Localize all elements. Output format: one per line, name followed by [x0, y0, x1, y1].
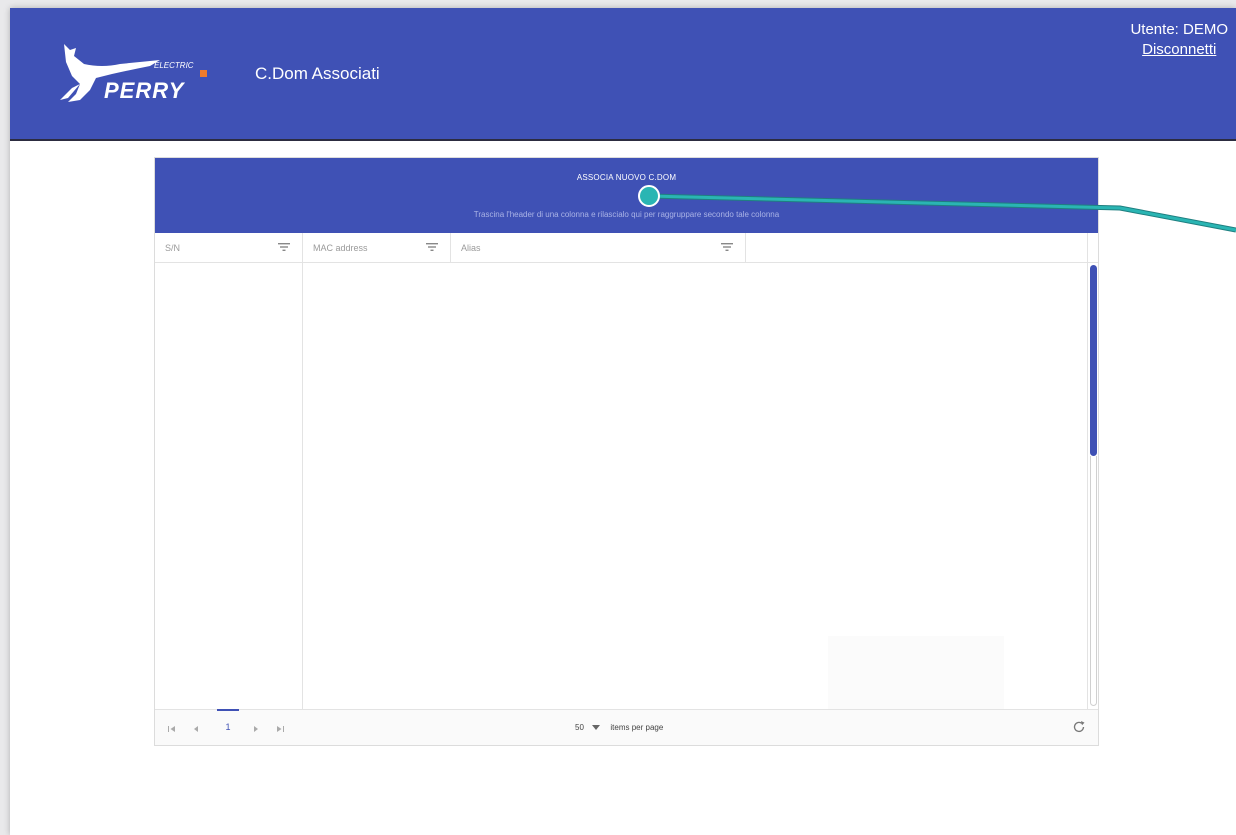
scrollbar-thumb[interactable]: [1090, 265, 1097, 456]
top-bar: ELECTRIC PERRY C.Dom Associati Utente: D…: [10, 8, 1236, 141]
items-per-page-label: items per page: [610, 723, 664, 732]
filter-icon[interactable]: [278, 242, 290, 252]
page-size-selector[interactable]: 50 items per page: [575, 723, 663, 732]
grid-header-row: S/N MAC address Alias: [155, 233, 1098, 263]
annotation-dot: [638, 185, 660, 207]
empty-placeholder: [828, 636, 1004, 711]
chevron-down-icon[interactable]: [592, 725, 601, 731]
user-label: Utente: DEMO: [1130, 21, 1228, 38]
prev-page-icon[interactable]: [191, 724, 201, 734]
column-label: MAC address: [313, 243, 368, 253]
group-drop-area[interactable]: Trascina l'header di una colonna e rilas…: [155, 210, 1098, 219]
grid-toolbar: ASSOCIA NUOVO C.DOM Trascina l'header di…: [155, 158, 1098, 233]
perry-logo: ELECTRIC PERRY: [60, 44, 207, 103]
column-header-sn[interactable]: S/N: [155, 233, 303, 263]
page-title: C.Dom Associati: [255, 64, 380, 83]
first-page-icon[interactable]: [167, 724, 177, 734]
column-label: Alias: [461, 243, 481, 253]
refresh-icon[interactable]: [1072, 720, 1086, 734]
filter-icon[interactable]: [721, 242, 733, 252]
add-cdom-button[interactable]: ASSOCIA NUOVO C.DOM: [155, 173, 1098, 182]
column-header-actions: [746, 233, 1088, 263]
column-divider: [302, 263, 303, 711]
next-page-icon[interactable]: [251, 724, 261, 734]
app-window: ELECTRIC PERRY C.Dom Associati Utente: D…: [10, 8, 1236, 835]
column-label: S/N: [165, 243, 181, 253]
svg-text:ELECTRIC: ELECTRIC: [154, 61, 194, 70]
grid-body[interactable]: [155, 263, 1098, 711]
column-header-alias[interactable]: Alias: [451, 233, 746, 263]
column-header-mac[interactable]: MAC address: [303, 233, 451, 263]
vertical-scrollbar[interactable]: [1087, 263, 1098, 711]
svg-text:PERRY: PERRY: [104, 78, 186, 103]
user-box: Utente: DEMO Disconnetti: [1130, 20, 1228, 60]
page-size-value[interactable]: 50: [575, 723, 584, 732]
filter-icon[interactable]: [426, 242, 438, 252]
last-page-icon[interactable]: [275, 724, 285, 734]
grid-pager: 1 50 items per page: [155, 709, 1098, 745]
cdom-grid: ASSOCIA NUOVO C.DOM Trascina l'header di…: [154, 157, 1099, 746]
scrollbar-track[interactable]: [1090, 456, 1097, 706]
page-number-current[interactable]: 1: [217, 709, 239, 745]
logout-link[interactable]: Disconnetti: [1130, 40, 1228, 60]
